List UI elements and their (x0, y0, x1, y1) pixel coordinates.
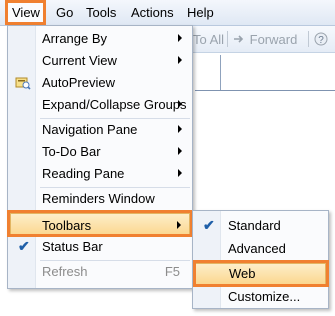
menu-help-label: Help (187, 5, 214, 20)
forward-button[interactable]: Forward (232, 32, 297, 47)
toolbar-separator (227, 31, 228, 47)
autopreview-icon (15, 77, 31, 90)
menu-item-navigation-pane[interactable]: Navigation Pane (10, 119, 190, 141)
background-divider (195, 90, 335, 91)
submenu-item-label: Web (229, 266, 256, 281)
checkmark-icon: ✔ (18, 238, 30, 254)
forward-icon (234, 35, 244, 43)
svg-text:?: ? (318, 35, 324, 46)
menu-item-label: Reminders Window (42, 191, 155, 206)
submenu-item-label: Customize... (228, 289, 301, 304)
background-toolbar: To All Forward ? (190, 26, 335, 53)
menu-item-label: Current View (42, 53, 117, 68)
submenu-arrow-icon (177, 221, 181, 229)
toolbar-separator (308, 31, 309, 47)
menu-item-label: Toolbars (42, 218, 92, 233)
menu-actions-label: Actions (131, 5, 174, 20)
background-pane-border (220, 55, 221, 90)
checkmark-icon: ✔ (203, 217, 215, 233)
submenu-arrow-icon (178, 56, 182, 64)
menu-tools[interactable]: Tools (82, 4, 120, 22)
submenu-arrow-icon (178, 147, 182, 155)
menu-item-expand-collapse-groups[interactable]: Expand/Collapse Groups (10, 94, 190, 116)
menu-actions[interactable]: Actions (127, 4, 178, 22)
submenu-item-customize[interactable]: Customize... (195, 286, 326, 308)
menu-go-label: Go (56, 5, 74, 20)
submenu-arrow-icon (178, 169, 182, 177)
menu-item-label: Navigation Pane (42, 122, 138, 137)
menu-item-reading-pane[interactable]: Reading Pane (10, 163, 190, 185)
menu-item-label: Arrange By (42, 31, 108, 46)
view-menu-dropdown: Arrange By Current View AutoPreview Expa… (7, 25, 193, 289)
menu-item-label: Reading Pane (42, 166, 125, 181)
submenu-item-advanced[interactable]: Advanced (195, 238, 326, 260)
submenu-item-label: Standard (228, 218, 281, 233)
menu-item-label: To-Do Bar (42, 144, 101, 159)
help-question-icon[interactable]: ? (314, 32, 328, 46)
menu-item-label: AutoPreview (42, 75, 115, 90)
toolbars-submenu: ✔ Standard Advanced Web Customize... (192, 210, 329, 309)
menu-item-label: Refresh (42, 264, 88, 279)
to-all-label: To All (193, 32, 225, 47)
submenu-item-web[interactable]: Web (195, 263, 326, 285)
menu-item-reminders-window[interactable]: Reminders Window (10, 188, 190, 210)
menu-item-toolbars[interactable]: Toolbars (10, 213, 190, 236)
menu-item-current-view[interactable]: Current View (10, 50, 190, 72)
menu-item-label: Expand/Collapse Groups (42, 97, 187, 112)
menu-bar: View Go Tools Actions Help (0, 0, 335, 26)
menu-tools-label: Tools (86, 5, 117, 20)
menu-view-label: View (12, 5, 40, 20)
menu-view[interactable]: View (7, 2, 45, 23)
submenu-item-standard[interactable]: ✔ Standard (195, 215, 326, 237)
forward-label: Forward (249, 32, 298, 47)
menu-go[interactable]: Go (52, 4, 77, 22)
menu-item-autopreview[interactable]: AutoPreview (10, 72, 190, 94)
submenu-arrow-icon (178, 34, 182, 42)
menu-item-label: Status Bar (42, 239, 103, 254)
menu-item-status-bar[interactable]: ✔ Status Bar (10, 236, 190, 258)
submenu-item-label: Advanced (228, 241, 286, 256)
shortcut-label: F5 (164, 264, 180, 279)
menu-help[interactable]: Help (183, 4, 218, 22)
to-all-button[interactable]: To All (193, 32, 224, 47)
menu-item-arrange-by[interactable]: Arrange By (10, 28, 190, 50)
menu-item-refresh: Refresh F5 (10, 261, 190, 283)
menu-item-to-do-bar[interactable]: To-Do Bar (10, 141, 190, 163)
submenu-arrow-icon (178, 125, 182, 133)
submenu-arrow-icon (178, 100, 182, 108)
